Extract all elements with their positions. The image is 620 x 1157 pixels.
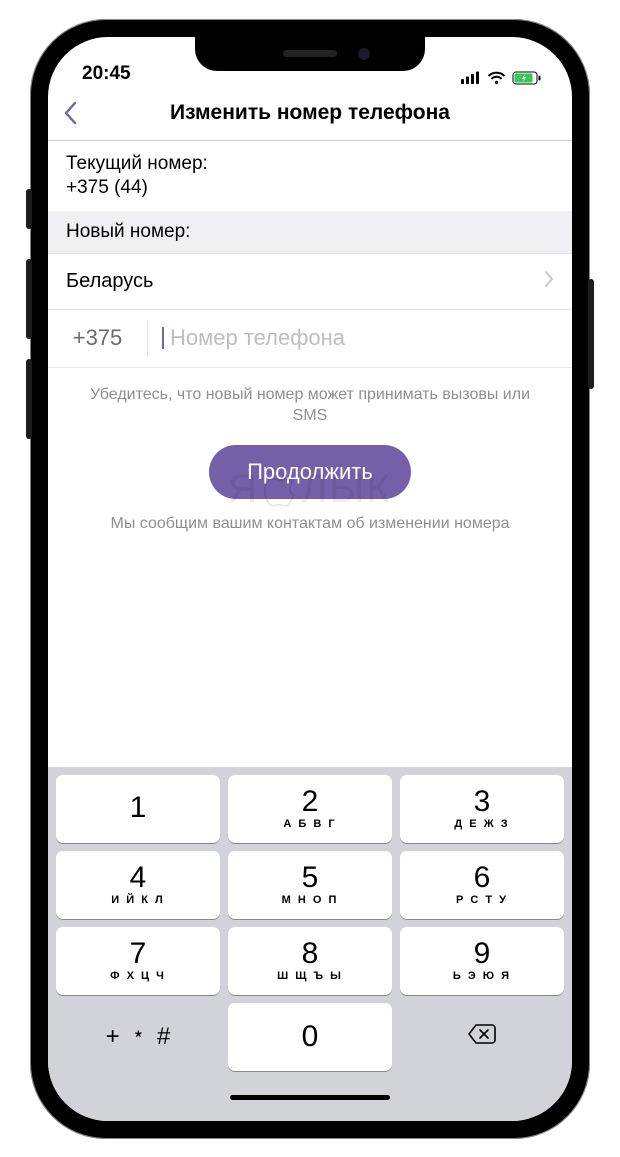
key-3[interactable]: 3Д Е Ж З [400, 775, 564, 843]
notch [195, 37, 425, 71]
chevron-right-icon [544, 270, 554, 293]
side-button [26, 359, 32, 439]
current-number-label: Текущий номер: [66, 153, 554, 175]
wifi-icon [487, 71, 506, 85]
text-cursor [162, 327, 164, 349]
status-time: 20:45 [82, 63, 131, 85]
page-title: Изменить номер телефона [48, 101, 572, 125]
continue-button[interactable]: Продолжить [209, 445, 411, 499]
hint-text: Убедитесь, что новый номер может принима… [48, 368, 572, 441]
current-number-block: Текущий номер: +375 (44) [48, 141, 572, 211]
country-row[interactable]: Беларусь [48, 254, 572, 310]
key-6[interactable]: 6Р С Т У [400, 851, 564, 919]
key-7[interactable]: 7Ф Х Ц Ч [56, 927, 220, 995]
phone-input-row: +375 Номер телефона [48, 310, 572, 368]
note-text: Мы сообщим вашим контактам об изменении … [48, 509, 572, 539]
phone-frame: 20:45 Изменить номер телефона Тек [30, 19, 590, 1139]
screen: 20:45 Изменить номер телефона Тек [48, 37, 572, 1121]
phone-placeholder: Номер телефона [170, 325, 345, 350]
key-backspace[interactable] [400, 1003, 564, 1071]
side-button [588, 279, 594, 389]
side-button [26, 259, 32, 339]
key-symbols[interactable]: + ﹡ # [56, 1003, 220, 1071]
key-8[interactable]: 8Ш Щ Ъ Ы [228, 927, 392, 995]
key-9[interactable]: 9Ь Э Ю Я [400, 927, 564, 995]
current-number-value: +375 (44) [66, 177, 554, 199]
back-button[interactable] [48, 101, 92, 125]
battery-charging-icon [512, 71, 542, 85]
cellular-icon [461, 71, 481, 84]
country-name: Беларусь [66, 270, 544, 293]
home-indicator[interactable] [56, 1079, 564, 1117]
side-button [26, 189, 32, 229]
content: Текущий номер: +375 (44) Новый номер: Бе… [48, 141, 572, 767]
new-number-header: Новый номер: [48, 211, 572, 254]
key-2[interactable]: 2А Б В Г [228, 775, 392, 843]
nav-bar: Изменить номер телефона [48, 87, 572, 141]
key-0[interactable]: 0 [228, 1003, 392, 1071]
backspace-icon [467, 1023, 497, 1050]
key-4[interactable]: 4И Й К Л [56, 851, 220, 919]
phone-input[interactable]: Номер телефона [148, 325, 572, 351]
key-1[interactable]: 1 [56, 775, 220, 843]
numeric-keyboard: 1 2А Б В Г 3Д Е Ж З 4И Й К Л 5М Н О П 6Р… [48, 767, 572, 1121]
country-code[interactable]: +375 [48, 320, 148, 356]
key-5[interactable]: 5М Н О П [228, 851, 392, 919]
